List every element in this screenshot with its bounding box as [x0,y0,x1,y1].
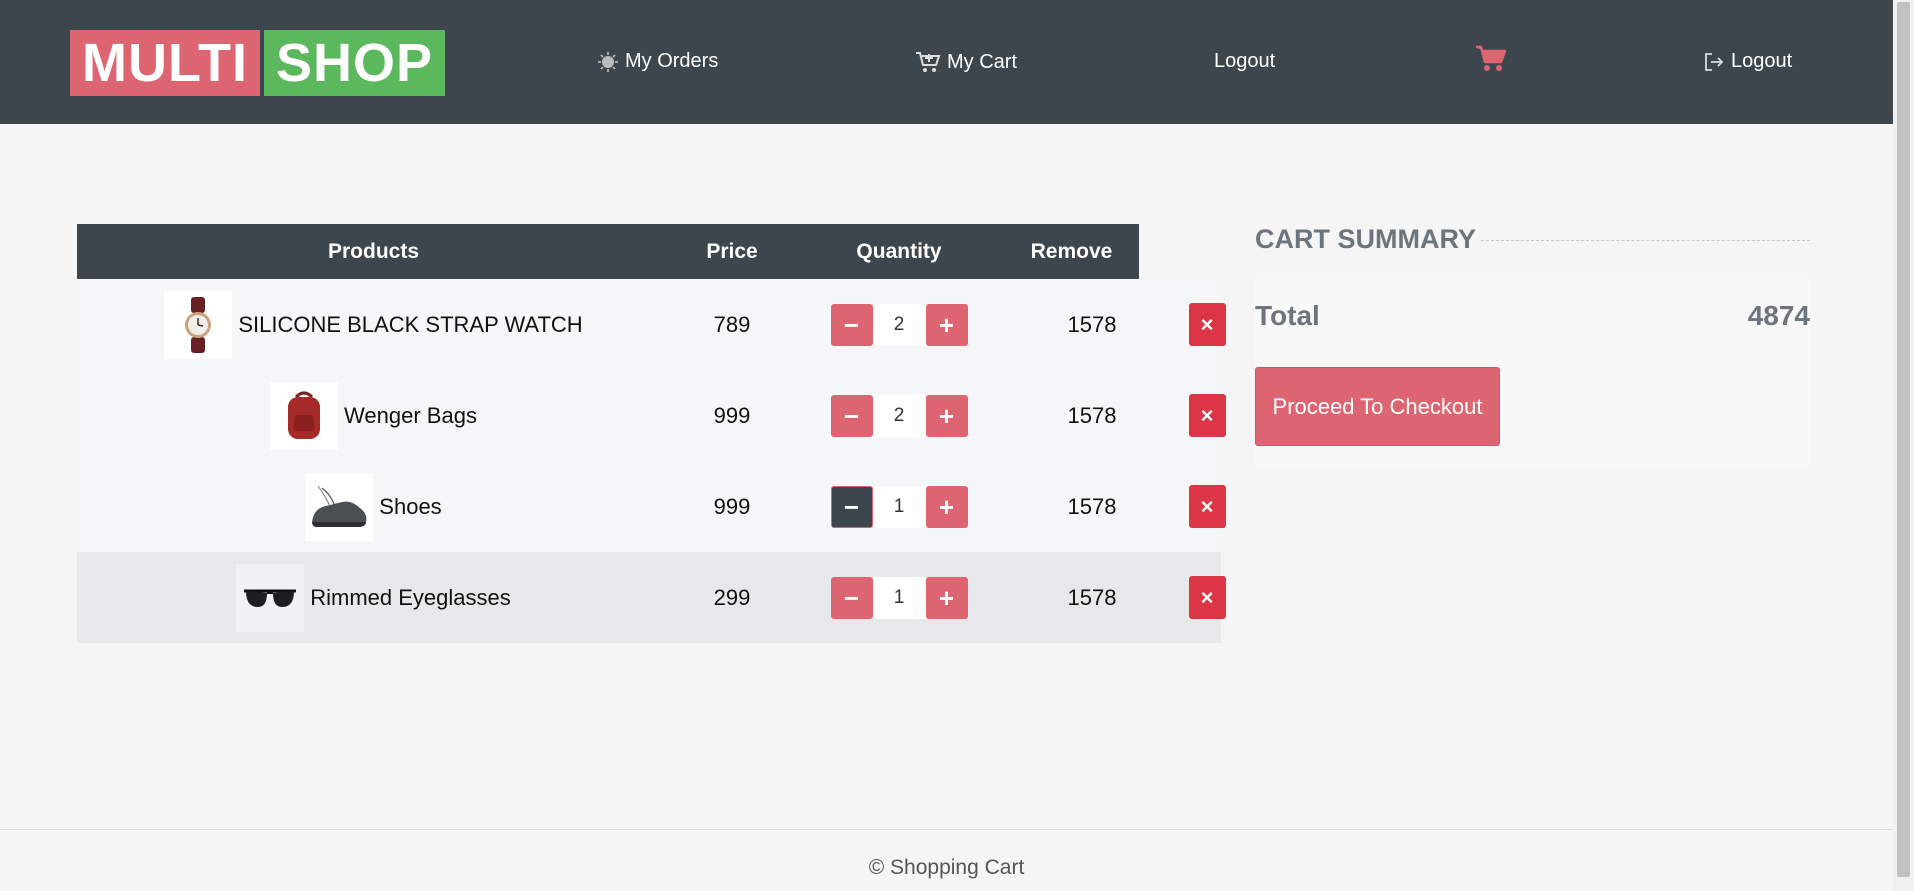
logout-icon [1703,51,1725,73]
product-thumbnail-shoe[interactable] [305,472,374,541]
cart-summary-title: CART SUMMARY [1255,224,1480,255]
remove-item-button[interactable]: × [1188,576,1226,619]
product-name: SILICONE BLACK STRAP WATCH [238,311,583,337]
nav-my-orders-label: My Orders [625,50,719,72]
cart-summary-panel: Total 4874 Proceed To Checkout [1255,278,1810,468]
proceed-to-checkout-button[interactable]: Proceed To Checkout [1255,367,1500,446]
logo[interactable]: MULTI SHOP [70,30,445,96]
footer-text: © Shopping Cart [868,856,1025,879]
increase-quantity-button[interactable]: + [925,303,968,346]
remove-cell: × [1162,370,1252,461]
total-label: Total [1255,300,1320,331]
top-navbar: MULTI SHOP My Orders My Cart Logout Logo… [0,0,1893,124]
remove-item-button[interactable]: × [1188,485,1226,528]
product-cell: Shoes [77,461,670,552]
product-price: 299 [713,584,751,610]
header-quantity: Quantity [856,240,942,263]
remove-item-button[interactable]: × [1188,303,1226,346]
nav-logout-button-label: Logout [1731,50,1793,72]
product-cell: SILICONE BLACK STRAP WATCH [77,279,670,370]
product-thumbnail-bag[interactable] [270,381,339,450]
quantity-input[interactable]: 1 [872,576,926,619]
table-header: Products Price Quantity Remove [77,224,1139,279]
cart-icon [915,50,941,74]
nav-my-cart[interactable]: My Cart [915,50,1017,74]
table-row: SILICONE BLACK STRAP WATCH 789 − 2 + 157… [77,279,1226,370]
logo-shop: SHOP [263,30,445,96]
orders-icon [597,51,619,73]
quantity-input[interactable]: 2 [872,394,926,437]
remove-item-button[interactable]: × [1188,394,1226,437]
table-row: Shoes 999 − 1 + 1578 × [77,461,1226,552]
product-name: Shoes [379,493,442,519]
header-remove: Remove [1030,240,1113,263]
product-price: 789 [713,311,751,337]
product-thumbnail-watch[interactable] [164,290,233,359]
nav-logout-link[interactable]: Logout [1214,50,1275,73]
product-thumbnail-eyeglasses[interactable] [236,563,305,632]
decrease-quantity-button[interactable]: − [830,394,873,437]
footer-divider [0,829,1893,830]
logo-multi: MULTI [70,30,260,96]
nav-logout-label: Logout [1214,50,1276,72]
nav-my-cart-label: My Cart [947,50,1017,73]
increase-quantity-button[interactable]: + [925,485,968,528]
product-line-total: 1578 [1067,311,1117,337]
nav-my-orders[interactable]: My Orders [597,50,718,73]
product-line-total: 1578 [1067,584,1117,610]
product-name: Wenger Bags [344,402,477,428]
table-row: Rimmed Eyeglasses 299 − 1 + 1578 × [77,552,1226,643]
cart-link[interactable] [1475,44,1507,72]
table-row: Wenger Bags 999 − 2 + 1578 × [77,370,1226,461]
remove-cell: × [1162,279,1252,370]
quantity-stepper: − 1 + [794,461,1004,552]
quantity-input[interactable]: 1 [872,485,926,528]
product-price: 999 [713,402,751,428]
product-price: 999 [713,493,751,519]
total-value: 4874 [1747,300,1810,331]
remove-cell: × [1162,552,1252,643]
decrease-quantity-button[interactable]: − [830,485,873,528]
product-cell: Rimmed Eyeglasses [77,552,670,643]
shopping-cart-icon [1475,44,1507,72]
product-line-total: 1578 [1067,402,1117,428]
product-cell: Wenger Bags [77,370,670,461]
decrease-quantity-button[interactable]: − [830,303,873,346]
decrease-quantity-button[interactable]: − [830,576,873,619]
header-products: Products [327,240,419,263]
scrollbar-thumb[interactable] [1897,2,1910,877]
product-name: Rimmed Eyeglasses [310,584,511,610]
quantity-stepper: − 2 + [794,370,1004,461]
page-scrollbar[interactable] [1893,0,1914,891]
increase-quantity-button[interactable]: + [925,576,968,619]
nav-logout-button[interactable]: Logout [1703,50,1792,73]
quantity-stepper: − 2 + [794,279,1004,370]
increase-quantity-button[interactable]: + [925,394,968,437]
quantity-stepper: − 1 + [794,552,1004,643]
header-price: Price [706,240,758,263]
remove-cell: × [1162,461,1252,552]
product-line-total: 1578 [1067,493,1117,519]
quantity-input[interactable]: 2 [872,303,926,346]
